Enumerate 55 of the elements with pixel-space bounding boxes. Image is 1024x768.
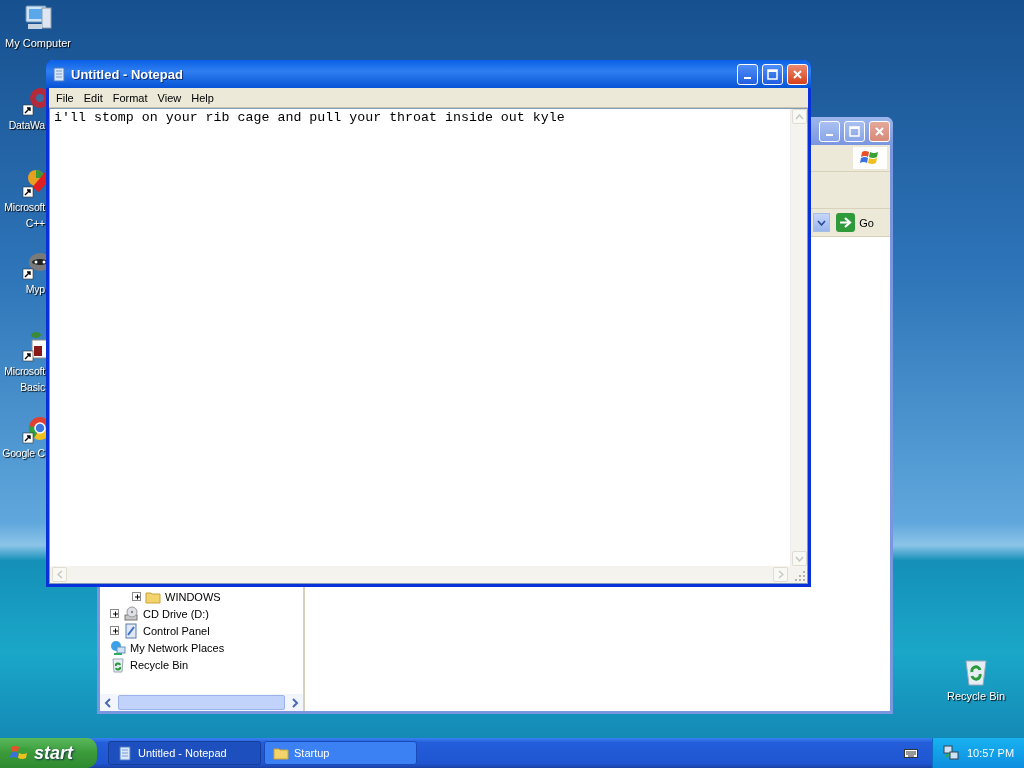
desktop-icon-label[interactable]: Microsoft — [0, 365, 45, 378]
minimize-button[interactable] — [737, 63, 758, 85]
window-title: Untitled - Notepad — [71, 66, 184, 82]
minimize-icon — [826, 134, 833, 136]
close-icon — [792, 68, 803, 80]
horizontal-scrollbar[interactable] — [100, 694, 303, 711]
menu-item[interactable]: Help — [186, 91, 219, 104]
maximize-icon — [849, 125, 860, 137]
folder-icon — [273, 745, 289, 761]
taskbar-button[interactable]: Untitled - Notepad — [108, 741, 261, 765]
taskbar-button[interactable]: Startup — [264, 741, 417, 765]
chevron-up-icon — [794, 113, 804, 120]
cd-icon — [123, 605, 139, 622]
notepad-icon — [117, 745, 133, 761]
recycle-icon — [110, 656, 126, 673]
desktop-icon-label[interactable]: My Computer — [5, 37, 71, 50]
desktop-icon-label[interactable]: Microsoft — [0, 201, 45, 214]
menu-item[interactable]: File — [51, 91, 79, 104]
notepad-icon — [51, 66, 67, 82]
menu-item[interactable]: Format — [107, 91, 153, 104]
chevron-down-icon — [817, 219, 827, 226]
network-icon — [110, 639, 126, 656]
expand-icon[interactable] — [110, 626, 119, 635]
text-area[interactable]: i'll stomp on your rib cage and pull your throat inside out kyle — [49, 108, 808, 584]
tree-item[interactable]: Recycle Bin — [130, 658, 189, 671]
chevron-right-icon — [777, 570, 784, 579]
windows-logo-icon — [10, 744, 30, 762]
maximize-button[interactable] — [762, 63, 783, 85]
expand-icon[interactable] — [110, 609, 119, 618]
network-icon[interactable] — [943, 745, 959, 761]
tree-item[interactable]: My Network Places — [130, 641, 225, 654]
document-text: i'll stomp on your rib cage and pull your throat inside out kyle — [53, 109, 566, 127]
close-button[interactable] — [787, 63, 808, 85]
desktop-icon-label[interactable]: Basic — [0, 381, 45, 394]
scrollbar-thumb[interactable] — [118, 695, 285, 710]
windows-logo-icon — [853, 147, 887, 169]
menu-item[interactable]: View — [152, 91, 187, 104]
start-button[interactable]: start — [0, 738, 97, 768]
tree-item[interactable]: CD Drive (D:) — [143, 607, 209, 620]
minimize-icon — [744, 77, 751, 79]
size-grip[interactable] — [790, 566, 807, 583]
chevron-left-icon[interactable] — [102, 696, 114, 709]
tree-item[interactable]: WINDOWS — [165, 590, 221, 603]
maximize-icon — [767, 68, 778, 80]
chevron-right-icon[interactable] — [289, 696, 301, 709]
desktop-icon-label[interactable]: Myp — [0, 283, 45, 296]
close-icon — [874, 125, 885, 137]
expand-icon[interactable] — [132, 592, 141, 601]
desktop-icon-label[interactable]: DataWa — [0, 119, 45, 132]
desktop-icon-label[interactable]: C++ — [0, 217, 45, 230]
keyboard-icon[interactable] — [904, 747, 918, 759]
chevron-down-icon — [794, 555, 804, 562]
menu-item[interactable]: Edit — [78, 91, 108, 104]
tree-item[interactable]: Control Panel — [143, 624, 210, 637]
chevron-left-icon — [56, 570, 63, 579]
